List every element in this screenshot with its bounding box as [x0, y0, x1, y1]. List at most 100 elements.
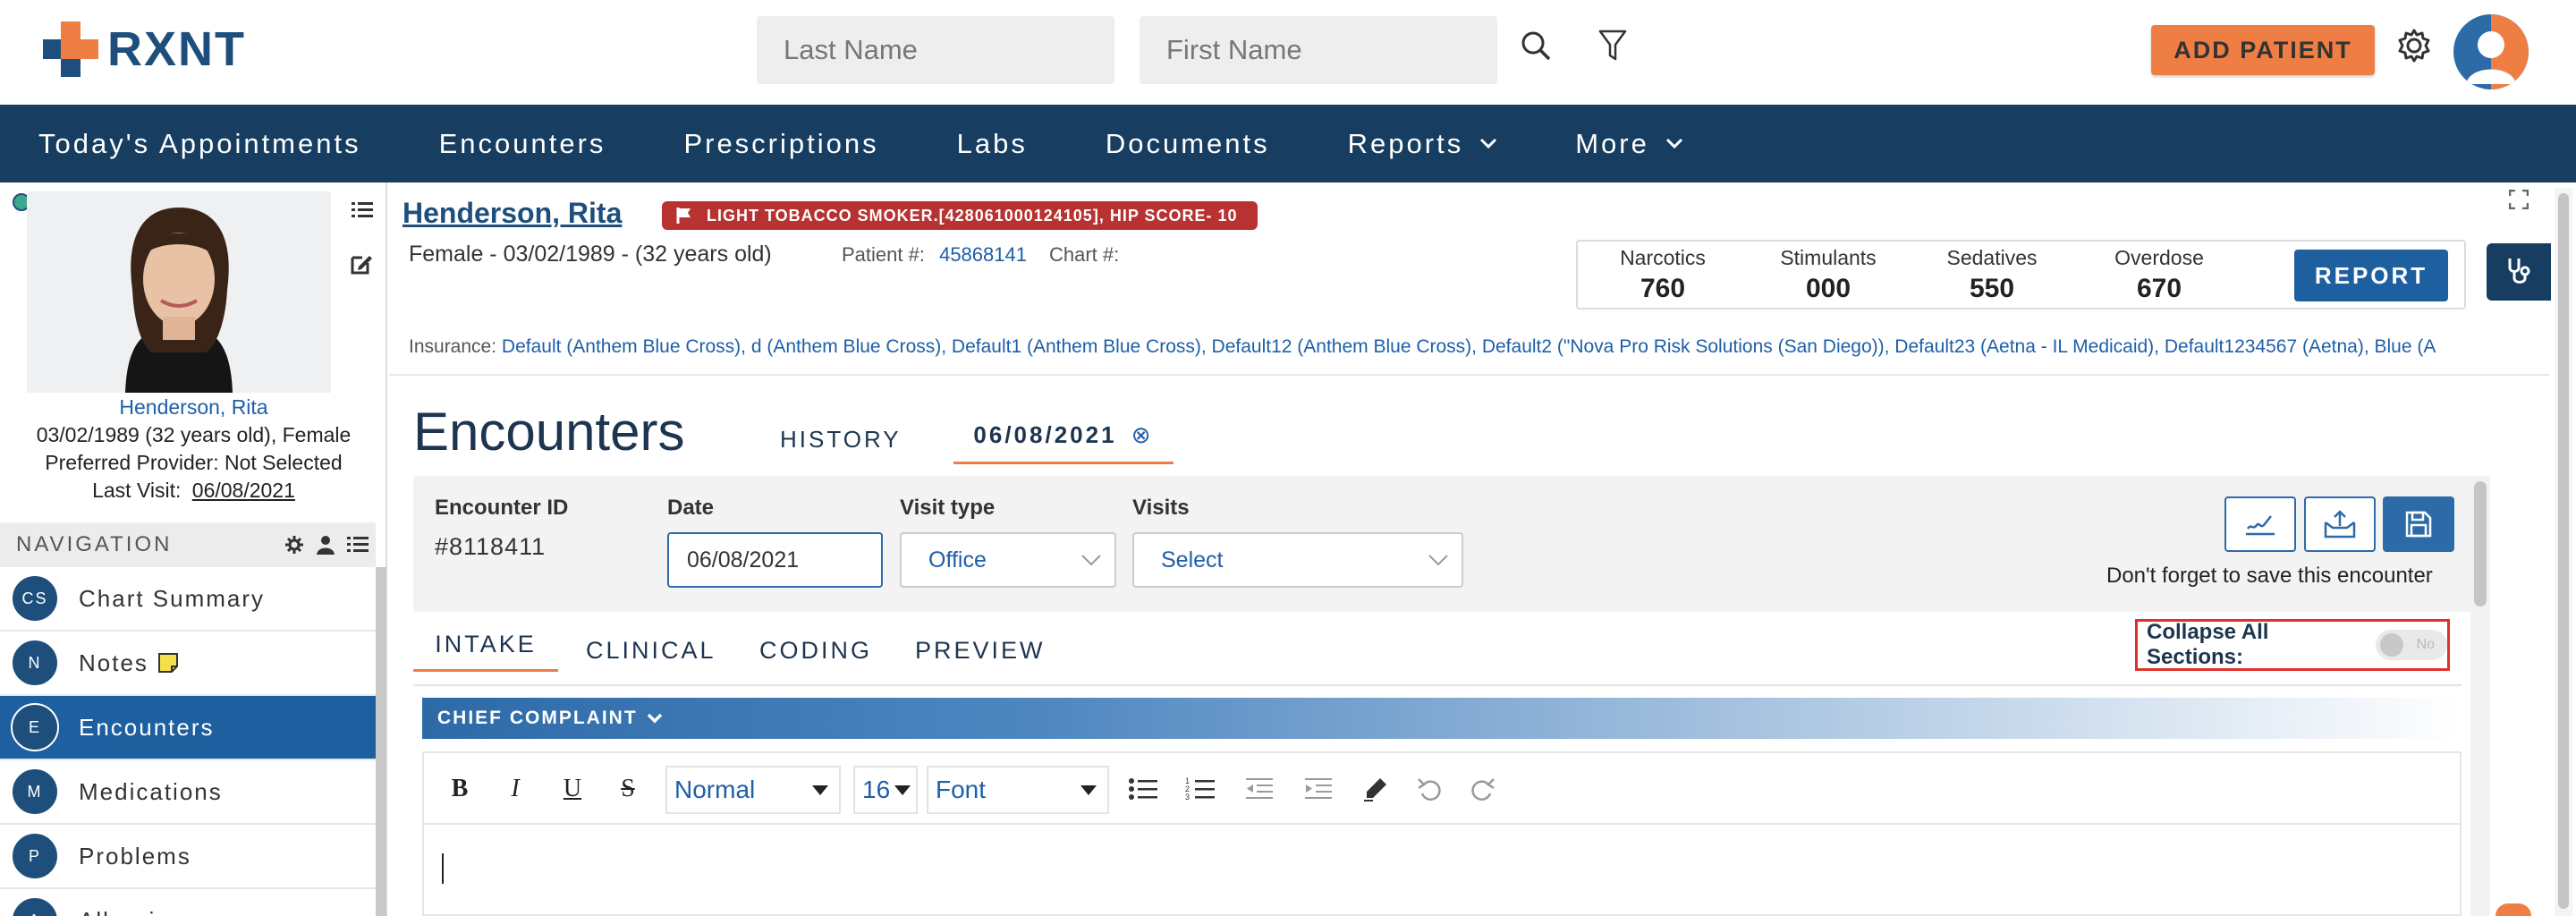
nav-documents[interactable]: Documents: [1106, 128, 1270, 160]
last-visit-link[interactable]: 06/08/2021: [192, 479, 295, 502]
last-name-input[interactable]: Last Name: [757, 16, 1114, 84]
nav-prescriptions[interactable]: Prescriptions: [683, 128, 878, 160]
patient-alert-badge[interactable]: LIGHT TOBACCO SMOKER.[428061000124105], …: [662, 201, 1258, 230]
side-nav-chart-summary[interactable]: CS Chart Summary: [0, 567, 376, 632]
nav-badge: M: [11, 768, 59, 816]
visits-label: Visits: [1132, 496, 1190, 520]
nav-label: More: [1575, 127, 1649, 159]
undo-icon[interactable]: [1410, 769, 1449, 809]
font-size-select[interactable]: 16: [853, 766, 918, 814]
side-nav-problems[interactable]: P Problems: [0, 825, 376, 889]
patient-name-link[interactable]: Henderson, Rita: [0, 394, 387, 421]
pdmp-value: 000: [1805, 274, 1852, 303]
close-tab-icon[interactable]: ⊗: [1131, 421, 1154, 448]
nav-user-icon[interactable]: [317, 535, 335, 555]
side-nav-notes[interactable]: N Notes: [0, 632, 376, 696]
chief-complaint-editor[interactable]: B I U S Normal 16 Font 123: [422, 751, 2462, 916]
chart-number-label: Chart #:: [1049, 243, 1120, 266]
pdmp-label: Narcotics: [1620, 246, 1706, 269]
patient-sidebar: Henderson, Rita 03/02/1989 (32 years old…: [0, 182, 387, 916]
add-patient-button[interactable]: ADD PATIENT: [2151, 25, 2375, 75]
pdmp-report-button[interactable]: REPORT: [2294, 250, 2448, 301]
outdent-icon[interactable]: [1240, 769, 1279, 809]
pdmp-label: Overdose: [2114, 246, 2204, 269]
preferred-provider: Preferred Provider: Not Selected: [45, 451, 343, 474]
section-divider: [413, 684, 2462, 686]
editor-toolbar: B I U S Normal 16 Font 123: [424, 753, 2460, 825]
highlighter-icon[interactable]: [1356, 769, 1395, 809]
bulleted-list-icon[interactable]: [1123, 769, 1163, 809]
patient-name-title[interactable]: Henderson, Rita: [402, 197, 622, 230]
stethoscope-icon[interactable]: [2487, 243, 2551, 301]
subtab-intake[interactable]: INTAKE: [413, 631, 558, 672]
floppy-disk-icon: [2405, 511, 2432, 538]
nav-reports[interactable]: Reports: [1348, 128, 1498, 160]
edit-patient-icon[interactable]: [350, 252, 373, 280]
subtab-clinical[interactable]: CLINICAL: [586, 637, 716, 665]
nav-todays-appointments[interactable]: Today's Appointments: [38, 128, 361, 160]
visit-type-select[interactable]: Office: [900, 532, 1116, 588]
flag-icon: [676, 208, 691, 224]
first-name-input[interactable]: First Name: [1140, 16, 1497, 84]
content-scrollbar[interactable]: [2470, 476, 2490, 916]
list-view-icon[interactable]: [352, 200, 373, 225]
subtab-preview[interactable]: PREVIEW: [915, 637, 1046, 665]
visits-select[interactable]: Select: [1132, 532, 1463, 588]
side-nav-medications[interactable]: M Medications: [0, 760, 376, 825]
patient-photo: [27, 191, 331, 393]
side-nav-allergies[interactable]: A Allergies: [0, 889, 376, 916]
strikethrough-icon[interactable]: S: [608, 769, 648, 809]
settings-gear-icon[interactable]: [2390, 21, 2438, 70]
tab-encounter-date[interactable]: 06/08/2021 ⊗: [953, 421, 1174, 464]
nav-label: Reports: [1347, 127, 1464, 159]
sticky-note-icon: [157, 653, 178, 673]
caret-down-icon: [1080, 785, 1097, 795]
send-encounter-button[interactable]: [2304, 496, 2376, 552]
side-nav-encounters[interactable]: E Encounters: [0, 696, 376, 760]
chief-complaint-header[interactable]: CHIEF COMPLAINT: [422, 698, 2462, 739]
collapse-all-sections: Collapse All Sections: No: [2135, 619, 2450, 671]
nav-more[interactable]: More: [1575, 128, 1683, 160]
scrollbar-thumb[interactable]: [2474, 481, 2487, 606]
nav-badge: A: [11, 896, 59, 916]
nav-list-icon[interactable]: [347, 536, 369, 554]
user-avatar[interactable]: [2453, 14, 2529, 89]
encounter-date-input[interactable]: 06/08/2021: [667, 532, 883, 588]
nav-encounters[interactable]: Encounters: [439, 128, 606, 160]
main-navigation: Today's Appointments Encounters Prescrip…: [0, 105, 2576, 182]
save-encounter-button[interactable]: [2383, 496, 2454, 552]
chat-launcher[interactable]: [2496, 903, 2531, 916]
scrollbar-thumb[interactable]: [2558, 193, 2569, 909]
expand-icon[interactable]: [2508, 189, 2529, 214]
encounter-id-value: #8118411: [435, 533, 547, 560]
page-scrollbar[interactable]: [2555, 188, 2572, 916]
underline-icon[interactable]: U: [553, 769, 592, 809]
filter-icon[interactable]: [1589, 21, 1637, 70]
last-visit: Last Visit: 06/08/2021: [0, 477, 387, 505]
font-family-select[interactable]: Font: [927, 766, 1109, 814]
sidebar-scrollbar[interactable]: [376, 567, 386, 916]
visit-type-value: Office: [928, 547, 987, 572]
page-title: Encounters: [413, 402, 685, 462]
italic-icon[interactable]: I: [496, 769, 535, 809]
last-visit-label: Last Visit:: [92, 479, 182, 502]
top-bar: RXNT Last Name First Name ADD PATIENT: [0, 0, 2576, 105]
pdmp-score: Narcotics 760: [1596, 242, 1730, 304]
rxnt-logo[interactable]: RXNT: [41, 20, 246, 79]
sign-encounter-button[interactable]: [2224, 496, 2296, 552]
redo-icon[interactable]: [1463, 769, 1503, 809]
search-icon[interactable]: [1512, 21, 1560, 70]
tab-history[interactable]: HISTORY: [780, 426, 902, 454]
paragraph-style-select[interactable]: Normal: [665, 766, 841, 814]
nav-settings-icon[interactable]: [284, 535, 304, 555]
collapse-all-toggle[interactable]: No: [2375, 630, 2447, 660]
insurance-line: Insurance: Default (Anthem Blue Cross), …: [409, 336, 2551, 358]
patient-number-value: 45868141: [939, 243, 1027, 266]
nav-labs[interactable]: Labs: [957, 128, 1028, 160]
bold-icon[interactable]: B: [440, 769, 479, 809]
visit-type-label: Visit type: [900, 496, 996, 520]
subtab-coding[interactable]: CODING: [759, 637, 872, 665]
insurance-value[interactable]: Default (Anthem Blue Cross), d (Anthem B…: [502, 336, 2436, 357]
indent-icon[interactable]: [1299, 769, 1338, 809]
numbered-list-icon[interactable]: 123: [1181, 769, 1220, 809]
